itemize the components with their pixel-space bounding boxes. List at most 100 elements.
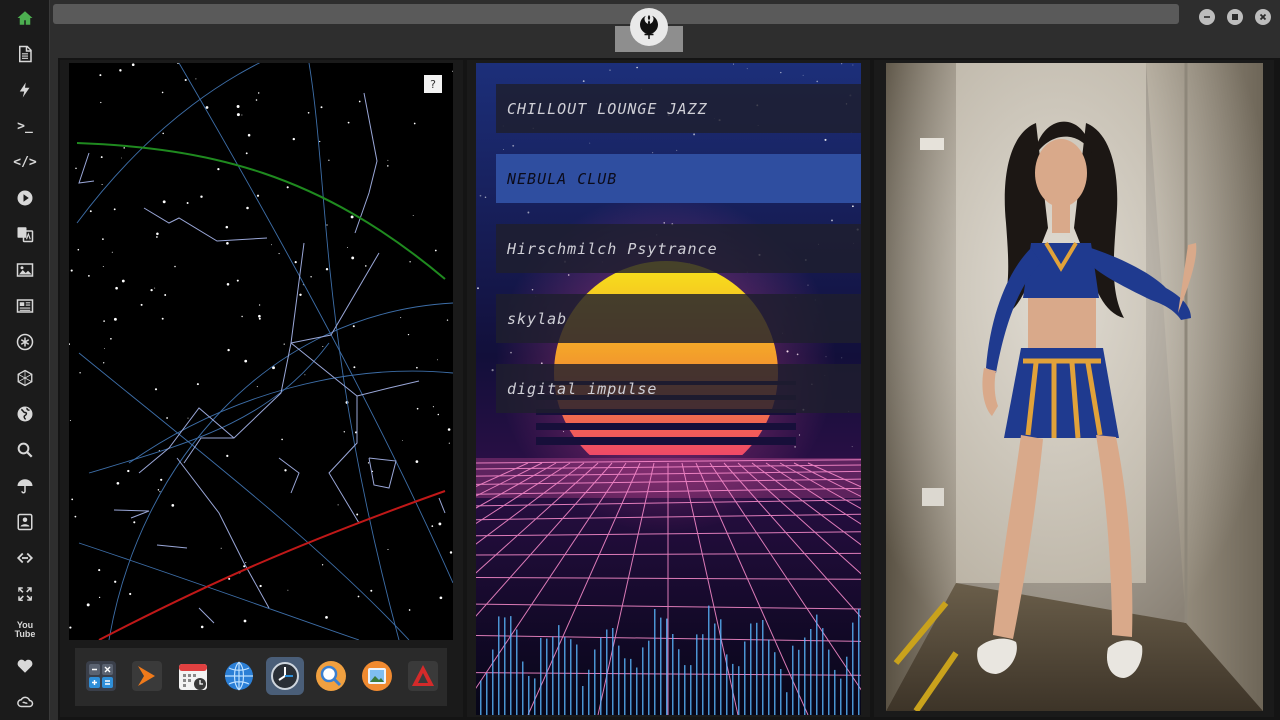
sidebar-item-globe[interactable]	[13, 402, 37, 426]
star	[123, 147, 125, 149]
sidebar-item-fullscreen[interactable]	[13, 582, 37, 606]
equalizer-bar	[600, 637, 602, 715]
star	[174, 265, 176, 268]
star	[103, 362, 105, 364]
dock-app-vpn[interactable]	[404, 657, 442, 695]
equalizer-bar	[822, 628, 824, 715]
equalizer-bar	[504, 617, 506, 715]
sidebar-item-news[interactable]	[13, 294, 37, 318]
star	[217, 167, 220, 171]
star	[103, 320, 105, 322]
translate-icon	[17, 227, 34, 243]
star	[101, 183, 103, 186]
equalizer-bar	[546, 638, 548, 715]
star	[184, 78, 187, 82]
sidebar-item-power[interactable]	[13, 78, 37, 102]
equalizer-bar	[570, 639, 572, 715]
sidebar-item-translate[interactable]	[13, 222, 37, 246]
sidebar-item-youtube[interactable]: You Tube	[13, 618, 37, 642]
sidebar-item-media[interactable]	[13, 186, 37, 210]
star	[69, 626, 72, 629]
star	[328, 159, 330, 161]
dock-app-search[interactable]	[312, 657, 350, 695]
sidebar-item-weather[interactable]	[13, 474, 37, 498]
sidebar-item-cloud[interactable]	[13, 690, 37, 714]
equalizer-bar	[744, 641, 746, 715]
star	[71, 498, 74, 501]
star	[352, 325, 355, 328]
star	[100, 101, 102, 104]
station-item[interactable]: Hirschmilch Psytrance	[496, 224, 861, 273]
contacts-icon	[17, 513, 33, 531]
minimize-button[interactable]	[1199, 9, 1215, 25]
station-item[interactable]: digital impulse	[496, 364, 861, 413]
help-button[interactable]: ?	[424, 75, 442, 93]
dock-app-calculator[interactable]	[82, 657, 120, 695]
cloud-icon	[17, 696, 34, 708]
star	[140, 303, 143, 306]
close-button[interactable]	[1255, 9, 1271, 25]
equalizer-bar	[588, 669, 590, 715]
equalizer-bar	[540, 637, 542, 715]
sidebar-item-links[interactable]	[13, 546, 37, 570]
star	[255, 99, 258, 101]
sidebar-item-contacts[interactable]	[13, 510, 37, 534]
equalizer-bar	[780, 669, 782, 715]
dock-app-calendar[interactable]	[174, 657, 212, 695]
sidebar: >_ </> You Tube	[0, 0, 50, 720]
maximize-button[interactable]	[1227, 9, 1243, 25]
star	[841, 63, 843, 65]
dock-app-browser[interactable]	[220, 657, 258, 695]
station-item-active[interactable]: NEBULA CLUB	[496, 154, 861, 203]
equalizer-bar	[786, 692, 788, 715]
clock-icon	[271, 662, 299, 690]
news-icon	[16, 299, 34, 313]
star	[449, 551, 453, 554]
equalizer-bar	[678, 649, 680, 715]
star	[431, 525, 434, 527]
sidebar-item-code[interactable]: </>	[13, 150, 37, 174]
dock-app-terminal[interactable]	[128, 657, 166, 695]
sidebar-item-images[interactable]	[13, 258, 37, 282]
sidebar-item-favorites[interactable]	[13, 654, 37, 678]
station-item[interactable]: skylab	[496, 294, 861, 343]
star	[154, 287, 156, 289]
star	[258, 304, 261, 306]
sidebar-item-search[interactable]	[13, 438, 37, 462]
equalizer-bar	[528, 676, 530, 715]
star	[241, 114, 243, 116]
equalizer-bar	[642, 647, 644, 715]
star	[851, 446, 853, 448]
star-map[interactable]	[69, 63, 453, 640]
star	[527, 211, 530, 214]
star	[693, 133, 696, 136]
star	[236, 113, 240, 117]
dock-app-clock[interactable]	[266, 657, 304, 695]
star	[479, 194, 482, 197]
sidebar-item-home[interactable]	[13, 6, 37, 30]
equalizer-bar	[564, 637, 566, 715]
sidebar-item-terminal[interactable]: >_	[13, 114, 37, 138]
star	[154, 388, 158, 391]
sidebar-item-network[interactable]	[13, 366, 37, 390]
star	[113, 317, 117, 321]
dock-app-photos[interactable]	[358, 657, 396, 695]
star	[365, 265, 367, 267]
star	[310, 276, 312, 278]
equalizer-bar	[756, 622, 758, 715]
sidebar-item-documents[interactable]	[13, 42, 37, 66]
star	[676, 149, 678, 151]
star	[326, 224, 328, 226]
star	[256, 194, 260, 197]
rebel-alliance-icon[interactable]	[630, 8, 668, 46]
station-item[interactable]: CHILLOUT LOUNGE JAZZ	[496, 84, 861, 133]
title-bar[interactable]	[53, 4, 1179, 24]
star	[104, 348, 106, 349]
equalizer-bar	[552, 636, 554, 715]
star	[582, 80, 585, 83]
star	[589, 142, 591, 144]
star	[246, 206, 249, 210]
star	[69, 343, 70, 345]
star	[824, 138, 827, 141]
sidebar-item-misc[interactable]	[13, 330, 37, 354]
